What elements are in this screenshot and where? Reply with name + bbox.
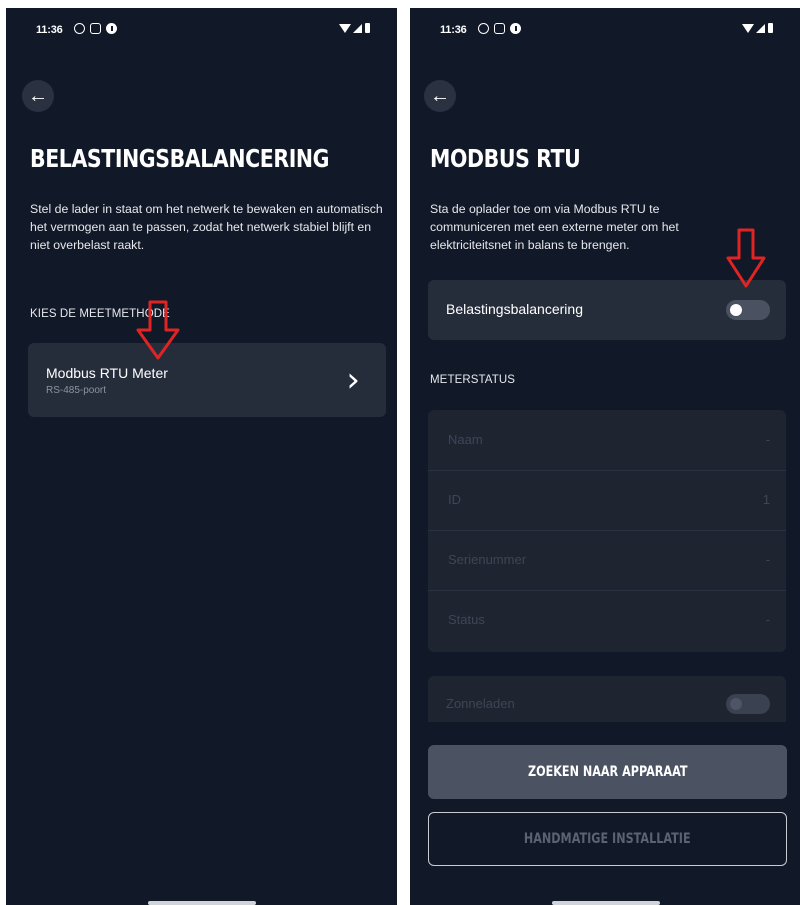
page-title: MODBUS RTU [430, 144, 581, 173]
page-description: Sta de oplader toe om via Modbus RTU te … [430, 202, 679, 252]
method-card-title: Modbus RTU Meter [46, 365, 168, 381]
method-card-subtitle: RS-485-poort [46, 385, 107, 396]
status-bar: 11:36 [410, 8, 800, 52]
screen-load-balancing: 11:36 ← BELASTINGSBALANCERING Stel de la… [6, 8, 397, 905]
annotation-arrow-icon [136, 300, 180, 360]
meter-row-serial: Serienummer - [428, 530, 786, 591]
toggle-knob [730, 698, 742, 710]
meter-status-panel: Naam - ID 1 Serienummer - Status - [428, 410, 786, 652]
page-description: Stel de lader in staat om het netwerk te… [30, 202, 383, 252]
wifi-icon [742, 24, 754, 33]
wifi-icon [339, 24, 351, 33]
page-title: BELASTINGSBALANCERING [30, 144, 330, 173]
load-balancing-toggle[interactable] [726, 300, 770, 320]
meter-status-label: METERSTATUS [430, 374, 516, 386]
method-card-modbus[interactable]: Modbus RTU Meter RS-485-poort › [28, 343, 386, 417]
notification-icon [494, 23, 505, 34]
screen-modbus-rtu: 11:36 ← MODBUS RTU Sta de oplader toe om… [410, 8, 800, 905]
system-icons [339, 22, 379, 36]
signal-icon [756, 24, 765, 33]
info-icon [106, 23, 117, 34]
meter-row-value: - [765, 612, 770, 627]
meter-row-value: 1 [762, 492, 770, 507]
manual-install-button[interactable]: HANDMATIGE INSTALLATIE [428, 812, 787, 866]
search-device-label: ZOEKEN NAAR APPARAAT [527, 764, 688, 780]
status-bar: 11:36 [6, 8, 397, 52]
meter-row-label: ID [448, 492, 461, 507]
meter-row-id: ID 1 [428, 470, 786, 531]
home-indicator [552, 901, 660, 905]
search-device-button[interactable]: ZOEKEN NAAR APPARAAT [428, 745, 787, 799]
back-button[interactable]: ← [424, 80, 456, 112]
solar-charging-row: Zonneladen [428, 676, 786, 722]
meter-row-label: Naam [448, 432, 483, 447]
whatsapp-icon [74, 23, 85, 34]
signal-icon [353, 24, 362, 33]
home-indicator [148, 901, 256, 905]
status-time: 11:36 [36, 24, 63, 36]
arrow-left-icon: ← [28, 84, 48, 107]
meter-row-status: Status - [428, 590, 786, 652]
solar-charging-label: Zonneladen [446, 696, 515, 711]
battery-icon [365, 23, 370, 33]
info-icon [510, 23, 521, 34]
meter-row-label: Status [448, 612, 485, 627]
status-time: 11:36 [440, 24, 467, 36]
annotation-arrow-icon [726, 228, 766, 288]
battery-icon [768, 23, 773, 33]
meter-row-label: Serienummer [448, 552, 527, 567]
meter-row-name: Naam - [428, 410, 786, 471]
meter-row-value: - [765, 432, 770, 447]
notification-icon [90, 23, 101, 34]
toggle-knob [730, 304, 742, 316]
system-icons [742, 22, 782, 36]
load-balancing-label: Belastingsbalancering [446, 301, 583, 317]
manual-install-label: HANDMATIGE INSTALLATIE [524, 831, 691, 847]
chevron-right-icon: › [346, 360, 360, 400]
arrow-left-icon: ← [430, 84, 450, 107]
solar-charging-toggle[interactable] [726, 694, 770, 714]
whatsapp-icon [478, 23, 489, 34]
back-button[interactable]: ← [22, 80, 54, 112]
meter-row-value: - [765, 552, 770, 567]
